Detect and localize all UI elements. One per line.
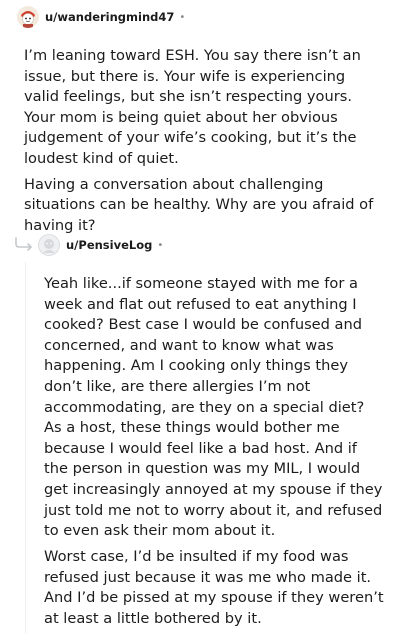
default-avatar-icon[interactable] (38, 234, 60, 256)
reply-arrow-icon (14, 236, 34, 255)
separator-dot: • (157, 239, 164, 251)
username-link[interactable]: u/wanderingmind47 (45, 10, 174, 24)
comment-body: I’m leaning toward ESH. You say there is… (24, 46, 384, 242)
comment-header: u/PensiveLog • (38, 233, 163, 257)
separator-dot: • (179, 11, 186, 23)
username-link[interactable]: u/PensiveLog (66, 238, 152, 252)
comment-header: u/wanderingmind47 • (17, 5, 185, 29)
snoo-avatar-icon[interactable] (17, 6, 39, 28)
comment-paragraph: Having a conversation about challenging … (24, 175, 374, 234)
comment-paragraph: Yeah like...if someone stayed with me fo… (44, 275, 383, 540)
comment-body: Yeah like...if someone stayed with me fo… (44, 274, 384, 633)
comment-paragraph: Worst case, I’d be insulted if my food w… (44, 547, 384, 627)
comment-paragraph: I’m leaning toward ESH. You say there is… (24, 47, 361, 167)
thread-line[interactable] (25, 262, 26, 633)
